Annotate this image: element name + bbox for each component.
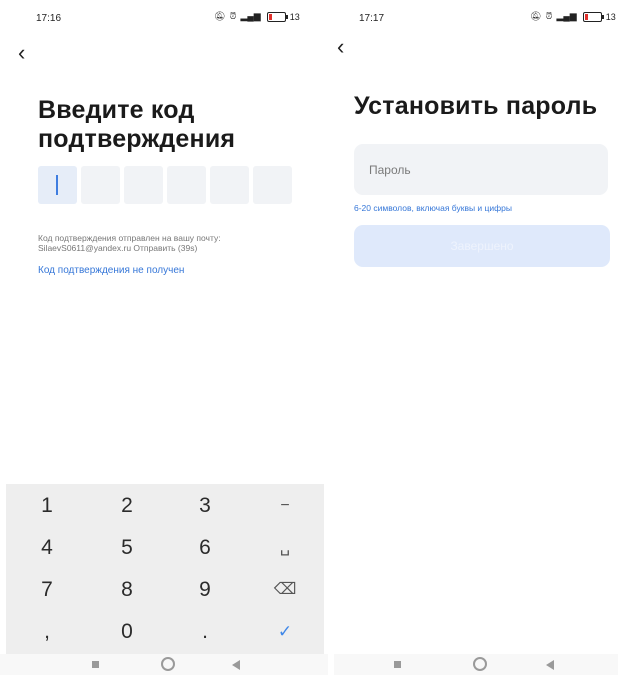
code-digit-4[interactable]: [167, 166, 206, 204]
back-button[interactable]: ‹: [337, 36, 344, 58]
chevron-left-icon: ‹: [337, 34, 345, 59]
submit-button[interactable]: Завершено: [354, 225, 610, 267]
alarm-icon: ⏰︎: [229, 11, 237, 21]
key-space[interactable]: ␣: [250, 528, 320, 568]
code-digit-3[interactable]: [124, 166, 163, 204]
code-digit-6[interactable]: [253, 166, 292, 204]
code-digit-1[interactable]: [38, 166, 77, 204]
key-0[interactable]: 0: [92, 612, 162, 652]
numeric-keypad: 1 2 3 − 4 5 6 ␣ 7 8 9 ⌫ , 0 . ✓: [6, 484, 324, 654]
key-7[interactable]: 7: [12, 570, 82, 610]
alarm-icon: ⏰︎: [545, 11, 553, 21]
key-minus[interactable]: −: [250, 486, 320, 526]
key-2[interactable]: 2: [92, 486, 162, 526]
battery-icon: [266, 11, 288, 22]
dnd-icon: 🔕︎: [214, 11, 226, 21]
status-icons: 🔕︎ ⏰︎ ▂▄▆ 13: [214, 11, 300, 22]
text-caret: [56, 175, 58, 195]
verification-code-screen: 17:16 🔕︎ ⏰︎ ▂▄▆ 13 ‹ Введите код подтвер…: [0, 0, 328, 675]
title-line-1: Введите код: [38, 96, 195, 124]
code-sent-hint: Код подтверждения отправлен на вашу почт…: [38, 233, 221, 253]
battery-level: 13: [289, 11, 300, 22]
back-nav-icon[interactable]: [546, 660, 554, 670]
set-password-screen: 17:17 🔕︎ ⏰︎ ▂▄▆ 13 ‹ Установить пароль 6…: [334, 0, 618, 675]
system-nav-bar: [0, 654, 328, 675]
password-rules-hint: 6-20 символов, включая буквы и цифры: [354, 203, 512, 213]
page-title: Введите код подтверждения: [38, 96, 235, 154]
chevron-left-icon: ‹: [18, 40, 26, 65]
hint-line-1: Код подтверждения отправлен на вашу почт…: [38, 233, 221, 243]
status-time: 17:16: [36, 13, 62, 24]
key-9[interactable]: 9: [170, 570, 240, 610]
home-icon[interactable]: [161, 657, 175, 671]
signal-icon: ▂▄▆: [240, 11, 261, 21]
key-confirm[interactable]: ✓: [250, 612, 320, 652]
code-digit-5[interactable]: [210, 166, 249, 204]
key-6[interactable]: 6: [170, 528, 240, 568]
back-nav-icon[interactable]: [232, 660, 240, 670]
recents-icon[interactable]: [394, 661, 401, 668]
page-title: Установить пароль: [354, 92, 598, 120]
code-input-row[interactable]: [38, 166, 292, 204]
code-digit-2[interactable]: [81, 166, 120, 204]
key-5[interactable]: 5: [92, 528, 162, 568]
home-icon[interactable]: [473, 657, 487, 671]
system-nav-bar: [334, 654, 618, 675]
key-dot[interactable]: .: [170, 612, 240, 652]
hint-line-2: SilaevS0611@yandex.ru Отправить (39s): [38, 243, 198, 253]
key-backspace[interactable]: ⌫: [250, 570, 320, 610]
password-input[interactable]: [354, 144, 608, 195]
key-3[interactable]: 3: [170, 486, 240, 526]
dnd-icon: 🔕︎: [530, 11, 542, 21]
key-4[interactable]: 4: [12, 528, 82, 568]
status-icons: 🔕︎ ⏰︎ ▂▄▆ 13: [530, 11, 616, 22]
key-8[interactable]: 8: [92, 570, 162, 610]
title-line-2: подтверждения: [38, 125, 236, 153]
status-time: 17:17: [359, 13, 385, 24]
signal-icon: ▂▄▆: [556, 11, 577, 21]
battery-icon: [582, 11, 604, 22]
code-not-received-link[interactable]: Код подтверждения не получен: [38, 265, 184, 276]
battery-level: 13: [605, 11, 616, 22]
recents-icon[interactable]: [92, 661, 99, 668]
key-1[interactable]: 1: [12, 486, 82, 526]
key-comma[interactable]: ,: [12, 612, 82, 652]
back-button[interactable]: ‹: [18, 42, 25, 64]
